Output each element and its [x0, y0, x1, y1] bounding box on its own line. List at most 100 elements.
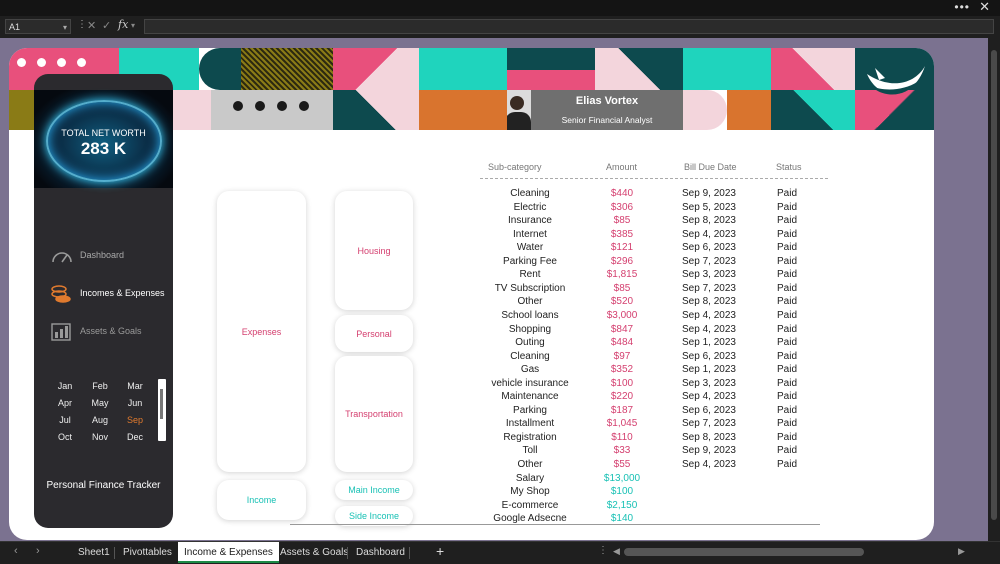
- table-row[interactable]: Outing $484 Sep 1, 2023 Paid: [480, 337, 830, 351]
- table-row[interactable]: Internet $385 Sep 4, 2023 Paid: [480, 229, 830, 243]
- month-jan[interactable]: Jan: [52, 381, 78, 391]
- table-row[interactable]: TV Subscription $85 Sep 7, 2023 Paid: [480, 283, 830, 297]
- table-row[interactable]: Installment $1,045 Sep 7, 2023 Paid: [480, 418, 830, 432]
- horizontal-scrollbar[interactable]: [624, 548, 954, 556]
- table-row[interactable]: Rent $1,815 Sep 3, 2023 Paid: [480, 269, 830, 283]
- cell-due-date: Sep 7, 2023: [682, 282, 736, 294]
- cell-subcategory: Parking: [513, 404, 547, 416]
- more-menu-icon[interactable]: •••: [954, 0, 970, 14]
- name-box[interactable]: A1 ▾: [5, 19, 71, 34]
- table-row[interactable]: Cleaning $440 Sep 9, 2023 Paid: [480, 188, 830, 202]
- slicer-scroll-thumb[interactable]: [160, 389, 163, 419]
- side-income-button[interactable]: Side Income: [335, 506, 413, 526]
- cell-status: Paid: [777, 364, 798, 376]
- cell-subcategory: Cleaning: [510, 350, 550, 362]
- tab-income-expenses[interactable]: Income & Expenses: [178, 542, 279, 563]
- table-row[interactable]: Maintenance $220 Sep 4, 2023 Paid: [480, 391, 830, 405]
- month-may[interactable]: May: [87, 398, 113, 408]
- cell-subcategory: E-commerce: [501, 499, 559, 511]
- scroll-thumb[interactable]: [991, 50, 997, 520]
- personal-button[interactable]: Personal: [335, 315, 413, 352]
- table-row[interactable]: vehicle insurance $100 Sep 3, 2023 Paid: [480, 378, 830, 392]
- month-sep[interactable]: Sep: [122, 415, 148, 425]
- table-row[interactable]: My Shop $100: [480, 486, 830, 500]
- dot-icon: [17, 58, 26, 67]
- check-icon[interactable]: ✓: [102, 19, 111, 32]
- cell-subcategory: Parking Fee: [503, 255, 557, 267]
- table-row[interactable]: Salary $13,000: [480, 473, 830, 487]
- cell-subcategory: Maintenance: [501, 391, 559, 403]
- cell-subcategory: Toll: [522, 445, 538, 457]
- formula-input[interactable]: [144, 19, 994, 34]
- scroll-left-icon[interactable]: ◀: [613, 546, 620, 557]
- cancel-icon[interactable]: ✕: [87, 19, 96, 32]
- table-row[interactable]: School loans $3,000 Sep 4, 2023 Paid: [480, 310, 830, 324]
- table-row[interactable]: Other $55 Sep 4, 2023 Paid: [480, 459, 830, 473]
- tab-dashboard[interactable]: Dashboard: [350, 542, 411, 563]
- table-row[interactable]: Cleaning $97 Sep 6, 2023 Paid: [480, 351, 830, 365]
- table-row[interactable]: Toll $33 Sep 9, 2023 Paid: [480, 445, 830, 459]
- header-status[interactable]: Status: [776, 162, 802, 172]
- table-row[interactable]: Registration $110 Sep 8, 2023 Paid: [480, 432, 830, 446]
- month-nov[interactable]: Nov: [87, 432, 113, 442]
- cell-status: Paid: [777, 431, 798, 443]
- add-sheet-icon[interactable]: +: [436, 543, 444, 559]
- close-icon[interactable]: ✕: [979, 0, 990, 15]
- cell-amount: $100: [610, 486, 634, 498]
- insert-function-button[interactable]: fx: [118, 18, 128, 31]
- tab-sheet1[interactable]: Sheet1: [72, 542, 116, 563]
- horizontal-scroll-thumb[interactable]: [624, 548, 864, 556]
- table-row[interactable]: Other $520 Sep 8, 2023 Paid: [480, 296, 830, 310]
- cell-status: Paid: [777, 228, 798, 240]
- month-apr[interactable]: Apr: [52, 398, 78, 408]
- scroll-right-icon[interactable]: ▶: [958, 546, 965, 557]
- header-due-date[interactable]: Bill Due Date: [684, 162, 737, 172]
- main-income-button[interactable]: Main Income: [335, 480, 413, 500]
- table-row[interactable]: Parking Fee $296 Sep 7, 2023 Paid: [480, 256, 830, 270]
- slicer-scrollbar[interactable]: [158, 379, 166, 441]
- main-income-label: Main Income: [348, 485, 400, 495]
- month-mar[interactable]: Mar: [122, 381, 148, 391]
- month-jul[interactable]: Jul: [52, 415, 78, 425]
- cell-subcategory: Cleaning: [510, 188, 550, 199]
- cell-due-date: Sep 4, 2023: [682, 459, 736, 470]
- table-row[interactable]: E-commerce $2,150: [480, 500, 830, 514]
- month-dec[interactable]: Dec: [122, 432, 148, 442]
- table-row[interactable]: Shopping $847 Sep 4, 2023 Paid: [480, 324, 830, 338]
- dot-icon: [37, 58, 46, 67]
- table-row[interactable]: Gas $352 Sep 1, 2023 Paid: [480, 364, 830, 378]
- month-feb[interactable]: Feb: [87, 381, 113, 391]
- next-sheet-icon[interactable]: ›: [36, 545, 40, 557]
- expenses-button[interactable]: Expenses: [217, 191, 306, 472]
- housing-button[interactable]: Housing: [335, 191, 413, 310]
- header-subcategory[interactable]: Sub-category: [488, 162, 542, 172]
- cell-amount: $1,045: [606, 418, 638, 430]
- formula-bar: A1 ▾ ⋮ ✕ ✓ fx ▾: [0, 16, 1000, 39]
- transportation-button[interactable]: Transportation: [335, 356, 413, 472]
- dot-icon: [277, 101, 287, 111]
- table-row[interactable]: Insurance $85 Sep 8, 2023 Paid: [480, 215, 830, 229]
- table-row[interactable]: Parking $187 Sep 6, 2023 Paid: [480, 405, 830, 419]
- table-row[interactable]: Electric $306 Sep 5, 2023 Paid: [480, 202, 830, 216]
- month-oct[interactable]: Oct: [52, 432, 78, 442]
- dot-icon: [57, 58, 66, 67]
- month-aug[interactable]: Aug: [87, 415, 113, 425]
- header-amount[interactable]: Amount: [606, 162, 637, 172]
- cell-subcategory: School loans: [501, 309, 559, 321]
- nav-incomes-expenses[interactable]: Incomes & Expenses: [48, 284, 172, 304]
- month-jun[interactable]: Jun: [122, 398, 148, 408]
- more-options-icon[interactable]: ⋮: [598, 545, 608, 556]
- income-button[interactable]: Income: [217, 480, 306, 520]
- nav-dashboard[interactable]: Dashboard: [48, 246, 172, 266]
- table-row[interactable]: Water $121 Sep 6, 2023 Paid: [480, 242, 830, 256]
- more-options-icon[interactable]: ⋮: [77, 19, 87, 30]
- tab-assets-goals[interactable]: Assets & Goals: [274, 542, 354, 563]
- prev-sheet-icon[interactable]: ‹: [14, 545, 18, 557]
- chevron-down-icon[interactable]: ▾: [131, 21, 135, 30]
- tab-pivottables[interactable]: Pivottables: [117, 542, 178, 563]
- profile-name: Elias Vortex: [575, 95, 639, 107]
- nav-assets-goals[interactable]: Assets & Goals: [48, 322, 172, 342]
- tab-divider: [114, 547, 115, 559]
- vertical-scrollbar[interactable]: [988, 38, 1000, 541]
- chevron-down-icon[interactable]: ▾: [63, 20, 67, 35]
